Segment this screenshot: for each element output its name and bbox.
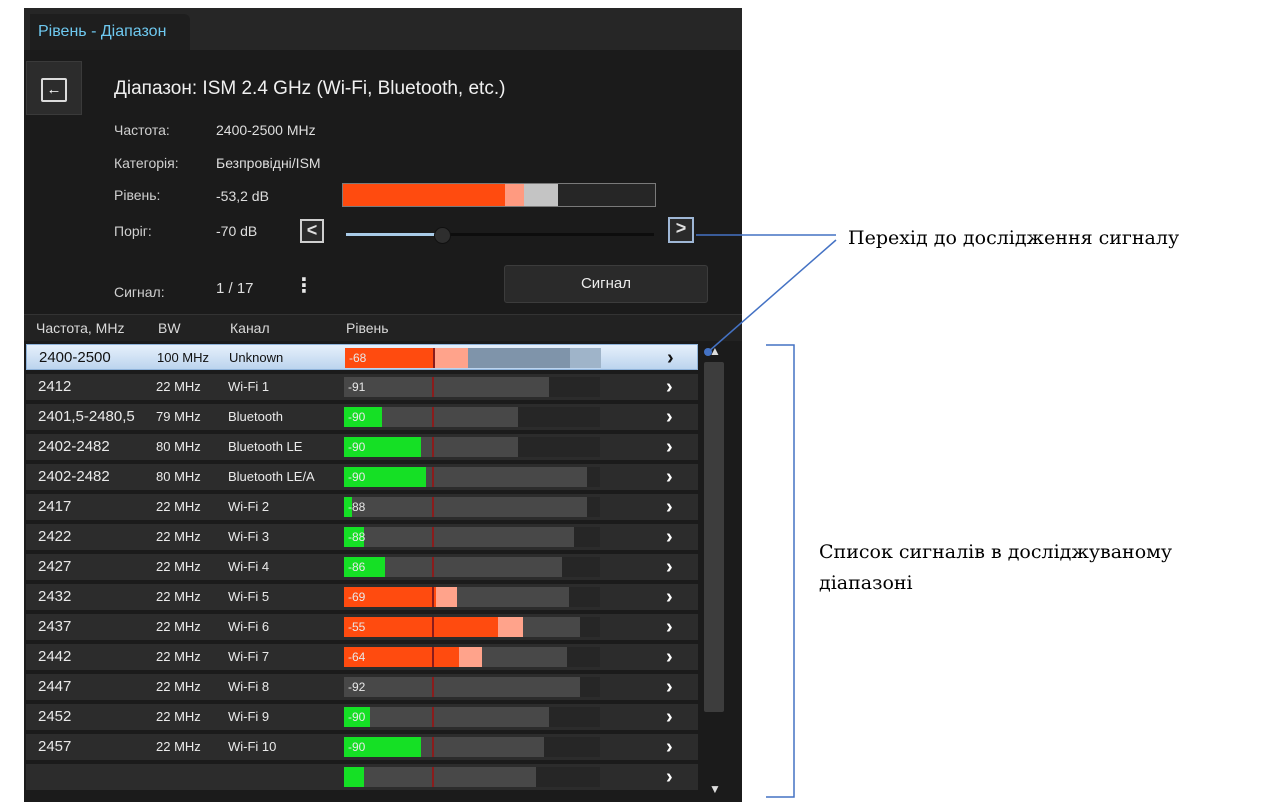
annotation-lines [696,234,837,798]
list-bracket [766,344,795,798]
annotation-signal-list-1: Список сигналів в досліджуваному [819,541,1173,563]
callout-dot [704,348,712,356]
annotation-signal-list-2: діапазоні [819,572,913,594]
callout-line-row [707,239,837,353]
annotation-signal-jump: Перехід до дослідження сигналу [848,227,1180,249]
